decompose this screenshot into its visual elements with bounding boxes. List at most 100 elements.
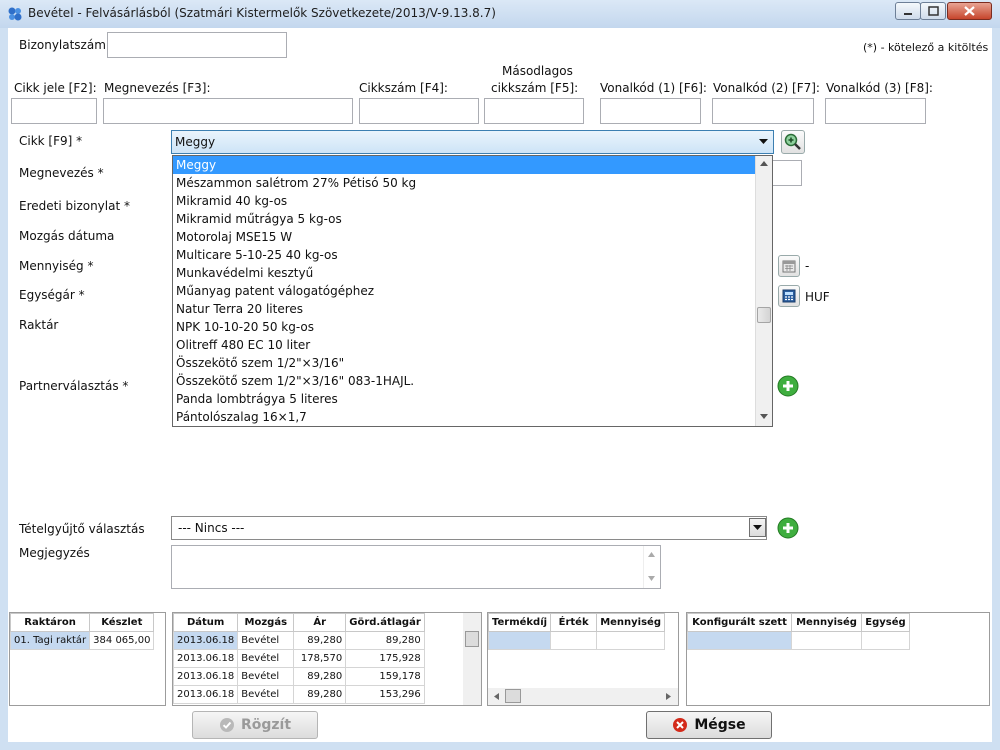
- fee-grid[interactable]: Termékdíj Érték Mennyiség: [487, 612, 679, 706]
- item-combo[interactable]: Meggy: [171, 130, 774, 154]
- dropdown-item[interactable]: Panda lombtrágya 5 literes: [173, 390, 755, 408]
- item-search-button[interactable]: [781, 130, 805, 154]
- collector-combo-button[interactable]: [749, 518, 766, 537]
- table-cell[interactable]: Bevétel: [237, 667, 295, 686]
- table-cell[interactable]: 175,928: [345, 649, 425, 668]
- table-row[interactable]: 2013.06.18 Bevétel 89,280 153,296: [173, 685, 425, 704]
- dropdown-item[interactable]: Műanyag patent válogatógéphez: [173, 282, 755, 300]
- column-header[interactable]: Mozgás: [237, 613, 295, 632]
- date-picker-button[interactable]: [778, 255, 800, 277]
- dropdown-item[interactable]: Natur Terra 20 literes: [173, 300, 755, 318]
- dropdown-item[interactable]: Mészammon salétrom 27% Pétisó 50 kg: [173, 174, 755, 192]
- save-button[interactable]: Rögzít: [192, 711, 318, 739]
- column-header[interactable]: Egység: [861, 613, 910, 632]
- table-cell[interactable]: 89,280: [293, 631, 347, 650]
- column-header[interactable]: Raktáron: [9, 613, 91, 632]
- maximize-button[interactable]: [920, 2, 946, 20]
- scroll-left-icon[interactable]: [494, 693, 499, 700]
- table-cell[interactable]: Bevétel: [237, 685, 295, 704]
- table-cell[interactable]: 2013.06.18: [173, 667, 239, 686]
- note-textarea[interactable]: [171, 545, 661, 589]
- table-cell[interactable]: 159,178: [345, 667, 425, 686]
- barcode2-search-input[interactable]: [712, 98, 814, 124]
- secondary-number-search-input[interactable]: [484, 98, 584, 124]
- barcode1-search-input[interactable]: [600, 98, 701, 124]
- fee-cell[interactable]: [550, 631, 598, 650]
- config-cell[interactable]: [687, 631, 792, 650]
- note-scrollbar[interactable]: [643, 546, 660, 588]
- table-cell[interactable]: 2013.06.18: [173, 685, 239, 704]
- scroll-up-icon[interactable]: [760, 161, 768, 167]
- column-header[interactable]: Mennyiség: [596, 613, 665, 632]
- dropdown-item[interactable]: Multicare 5-10-25 40 kg-os: [173, 246, 755, 264]
- dropdown-item[interactable]: Munkavédelmi kesztyű: [173, 264, 755, 282]
- name-search-input[interactable]: [103, 98, 353, 124]
- item-dropdown-list[interactable]: Meggy Mészammon salétrom 27% Pétisó 50 kg…: [172, 155, 773, 427]
- table-row[interactable]: 2013.06.18 Bevétel 178,570 175,928: [173, 649, 425, 668]
- config-empty-row[interactable]: [687, 631, 910, 650]
- table-cell[interactable]: 89,280: [293, 685, 347, 704]
- dropdown-item[interactable]: Összekötő szem 1/2"×3/16": [173, 354, 755, 372]
- table-cell[interactable]: 89,280: [293, 667, 347, 686]
- column-header[interactable]: Mennyiség: [791, 613, 862, 632]
- cancel-button[interactable]: Mégse: [646, 711, 772, 739]
- column-header[interactable]: Termékdíj: [487, 613, 552, 632]
- config-cell[interactable]: [791, 631, 862, 650]
- dropdown-item[interactable]: Mikramid műtrágya 5 kg-os: [173, 210, 755, 228]
- fee-empty-row[interactable]: [487, 631, 665, 650]
- history-grid[interactable]: Dátum Mozgás Ár Görd.átlagár 2013.06.18 Bevé…: [172, 612, 482, 706]
- minimize-button[interactable]: [895, 2, 921, 20]
- table-cell[interactable]: 2013.06.18: [173, 649, 239, 668]
- column-header[interactable]: Készlet: [89, 613, 155, 632]
- dropdown-item[interactable]: Összekötő szem 1/2"×3/16" 083-1HAJL.: [173, 372, 755, 390]
- fee-cell[interactable]: [596, 631, 665, 650]
- scroll-up-icon[interactable]: [648, 552, 655, 557]
- column-header[interactable]: Dátum: [173, 613, 239, 632]
- scroll-down-icon[interactable]: [648, 576, 655, 581]
- fee-hscrollbar[interactable]: [488, 688, 678, 705]
- column-header[interactable]: Konfigurált szett: [687, 613, 792, 632]
- table-cell[interactable]: 384 065,00: [89, 631, 155, 650]
- history-scroll-thumb[interactable]: [465, 631, 479, 647]
- collector-combo[interactable]: --- Nincs ---: [171, 516, 767, 540]
- close-button[interactable]: [947, 2, 992, 20]
- calculator-button[interactable]: [778, 285, 800, 307]
- doc-number-input[interactable]: [107, 32, 287, 58]
- config-grid[interactable]: Konfigurált szett Mennyiség Egység: [686, 612, 990, 706]
- column-header[interactable]: Érték: [550, 613, 598, 632]
- name-input-edge[interactable]: [772, 160, 802, 186]
- dropdown-item[interactable]: Olitreff 480 EC 10 liter: [173, 336, 755, 354]
- table-row[interactable]: 2013.06.18 Bevétel 89,280 89,280: [173, 631, 425, 650]
- table-cell[interactable]: Bevétel: [237, 631, 295, 650]
- item-number-search-input[interactable]: [359, 98, 479, 124]
- dropdown-item[interactable]: Mikramid 40 kg-os: [173, 192, 755, 210]
- dropdown-scrollbar[interactable]: [755, 156, 772, 426]
- dropdown-item[interactable]: Meggy: [173, 156, 755, 174]
- table-cell[interactable]: 01. Tagi raktár: [9, 631, 91, 650]
- table-row[interactable]: 01. Tagi raktár 384 065,00: [9, 631, 155, 650]
- dropdown-item[interactable]: Motorolaj MSE15 W: [173, 228, 755, 246]
- add-collector-button[interactable]: [776, 516, 800, 540]
- column-header[interactable]: Görd.átlagár: [345, 613, 425, 632]
- table-cell[interactable]: 178,570: [293, 649, 347, 668]
- table-cell[interactable]: 89,280: [345, 631, 425, 650]
- table-row[interactable]: 2013.06.18 Bevétel 89,280 159,178: [173, 667, 425, 686]
- scroll-down-icon[interactable]: [760, 414, 768, 420]
- stock-grid[interactable]: Raktáron Készlet 01. Tagi raktár 384 065,0…: [9, 612, 166, 706]
- fee-cell[interactable]: [487, 631, 552, 650]
- barcode3-search-input[interactable]: [825, 98, 926, 124]
- dropdown-scroll-thumb[interactable]: [757, 307, 771, 323]
- dropdown-item[interactable]: NPK 10-10-20 50 kg-os: [173, 318, 755, 336]
- table-cell[interactable]: Bevétel: [237, 649, 295, 668]
- dropdown-item[interactable]: Pántolószalag 16×1,7: [173, 408, 755, 426]
- code-search-input[interactable]: [11, 98, 97, 124]
- orig-doc-label: Eredeti bizonylat *: [19, 199, 130, 213]
- scroll-right-icon[interactable]: [666, 693, 671, 700]
- config-cell[interactable]: [861, 631, 910, 650]
- table-cell[interactable]: 2013.06.18: [173, 631, 239, 650]
- history-scrollbar[interactable]: [463, 613, 481, 705]
- fee-scroll-thumb[interactable]: [505, 689, 521, 703]
- table-cell[interactable]: 153,296: [345, 685, 425, 704]
- add-partner-button[interactable]: [776, 374, 800, 398]
- column-header[interactable]: Ár: [293, 613, 347, 632]
